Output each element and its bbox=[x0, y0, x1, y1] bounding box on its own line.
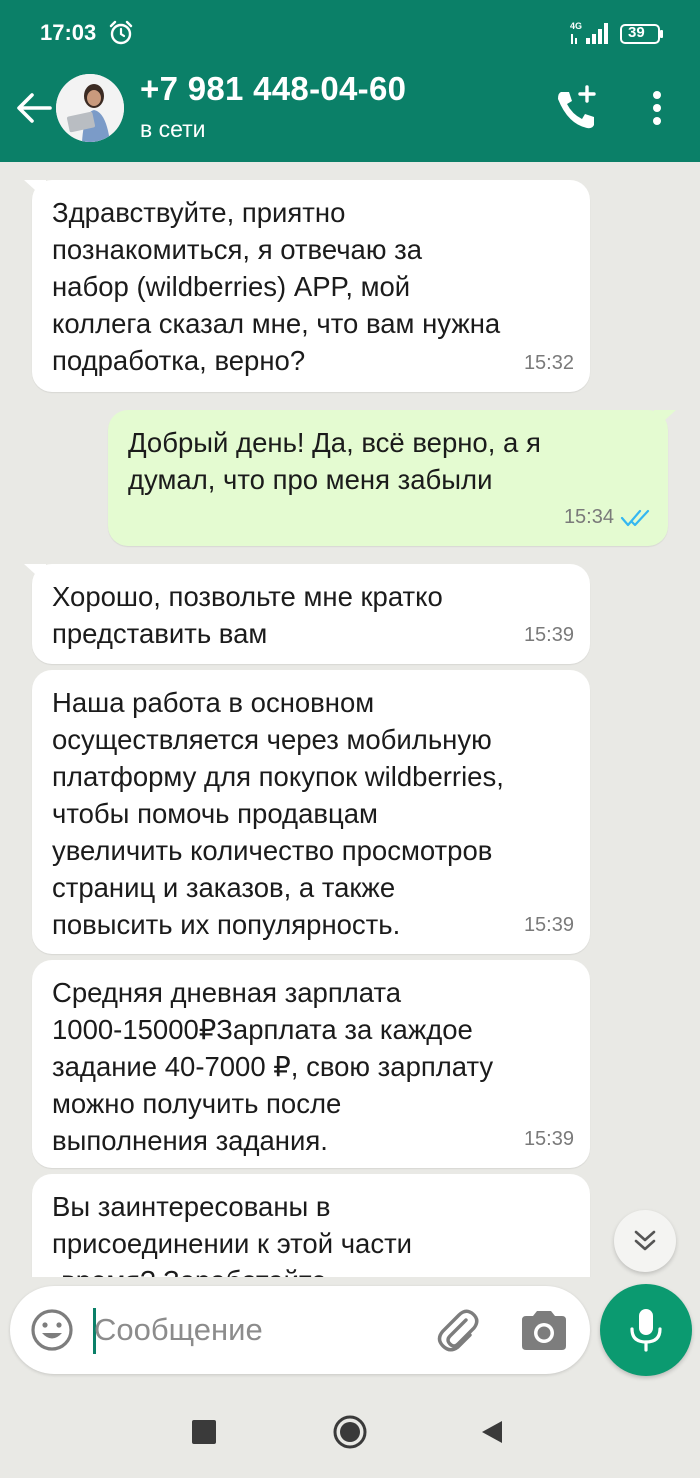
message-text: Добрый день! Да, всё верно, а я думал, ч… bbox=[128, 427, 541, 495]
message-meta: 15:39 bbox=[524, 1121, 574, 1158]
bubble-tail bbox=[24, 180, 46, 200]
alarm-icon bbox=[109, 20, 133, 45]
message-incoming[interactable]: Вы заинтересованы в присоединении к этой… bbox=[32, 1174, 590, 1277]
message-time: 15:39 bbox=[523, 1128, 574, 1150]
message-meta: 15:39 bbox=[524, 907, 574, 944]
scroll-to-bottom-button[interactable] bbox=[614, 1210, 676, 1272]
recents-button[interactable] bbox=[192, 1420, 216, 1444]
signal-icon: 4G bbox=[570, 21, 608, 44]
message-meta: 15:32 bbox=[524, 345, 574, 382]
more-vert-icon[interactable] bbox=[640, 86, 674, 130]
avatar-image bbox=[56, 74, 124, 142]
bubble-tail bbox=[654, 410, 676, 430]
avatar[interactable] bbox=[56, 74, 124, 142]
nav-back-button[interactable] bbox=[478, 1418, 506, 1446]
message-text: Хорошо, позвольте мне кратко представить… bbox=[52, 581, 443, 649]
contact-status: в сети bbox=[140, 116, 206, 142]
double-check-icon bbox=[620, 509, 650, 526]
double-chevron-down-icon bbox=[634, 1230, 656, 1251]
contact-name[interactable]: +7 981 448-04-60 bbox=[140, 70, 406, 108]
message-text: Здравствуйте, приятно познакомиться, я о… bbox=[52, 197, 501, 376]
message-incoming[interactable]: Хорошо, позвольте мне кратко представить… bbox=[24, 564, 590, 664]
status-bar: 17:03 4G 39 bbox=[0, 0, 700, 70]
message-incoming[interactable]: Наша работа в основном осуществляется че… bbox=[32, 670, 590, 954]
message-meta: 15:39 bbox=[524, 617, 574, 654]
home-button[interactable] bbox=[332, 1414, 368, 1450]
message-time: 15:39 bbox=[523, 914, 574, 936]
message-meta: 15:34 bbox=[564, 499, 652, 536]
message-time: 15:34 bbox=[563, 506, 614, 528]
message-incoming[interactable]: Здравствуйте, приятно познакомиться, я о… bbox=[24, 180, 590, 392]
message-time: 15:32 bbox=[523, 352, 574, 374]
message-text: Вы заинтересованы в присоединении к этой… bbox=[52, 1191, 413, 1277]
message-time: 15:39 bbox=[523, 624, 574, 646]
bubble-tail bbox=[24, 564, 46, 584]
paperclip-icon[interactable] bbox=[432, 1306, 482, 1356]
emoji-icon[interactable] bbox=[28, 1306, 76, 1354]
message-text: Наша работа в основном осуществляется че… bbox=[52, 687, 504, 940]
message-incoming[interactable]: Средняя дневная зарплата 1000-15000₽Зарп… bbox=[32, 960, 590, 1168]
message-outgoing[interactable]: Добрый день! Да, всё верно, а я думал, ч… bbox=[108, 410, 676, 546]
message-input[interactable] bbox=[94, 1304, 414, 1356]
add-call-icon[interactable] bbox=[552, 84, 602, 134]
chat-header: 17:03 4G 39 +7 981 448-04-60 в сети bbox=[0, 0, 700, 162]
message-composer bbox=[10, 1286, 590, 1374]
camera-icon[interactable] bbox=[518, 1308, 570, 1354]
mic-button[interactable] bbox=[600, 1284, 692, 1376]
message-text: Средняя дневная зарплата 1000-15000₽Зарп… bbox=[52, 977, 494, 1156]
status-time: 17:03 bbox=[40, 20, 97, 45]
message-list[interactable]: Здравствуйте, приятно познакомиться, я о… bbox=[0, 162, 700, 1277]
network-type: 4G bbox=[570, 21, 582, 31]
back-arrow-icon[interactable] bbox=[12, 86, 56, 130]
battery-level: 39 bbox=[628, 24, 645, 41]
mic-icon bbox=[630, 1309, 662, 1352]
